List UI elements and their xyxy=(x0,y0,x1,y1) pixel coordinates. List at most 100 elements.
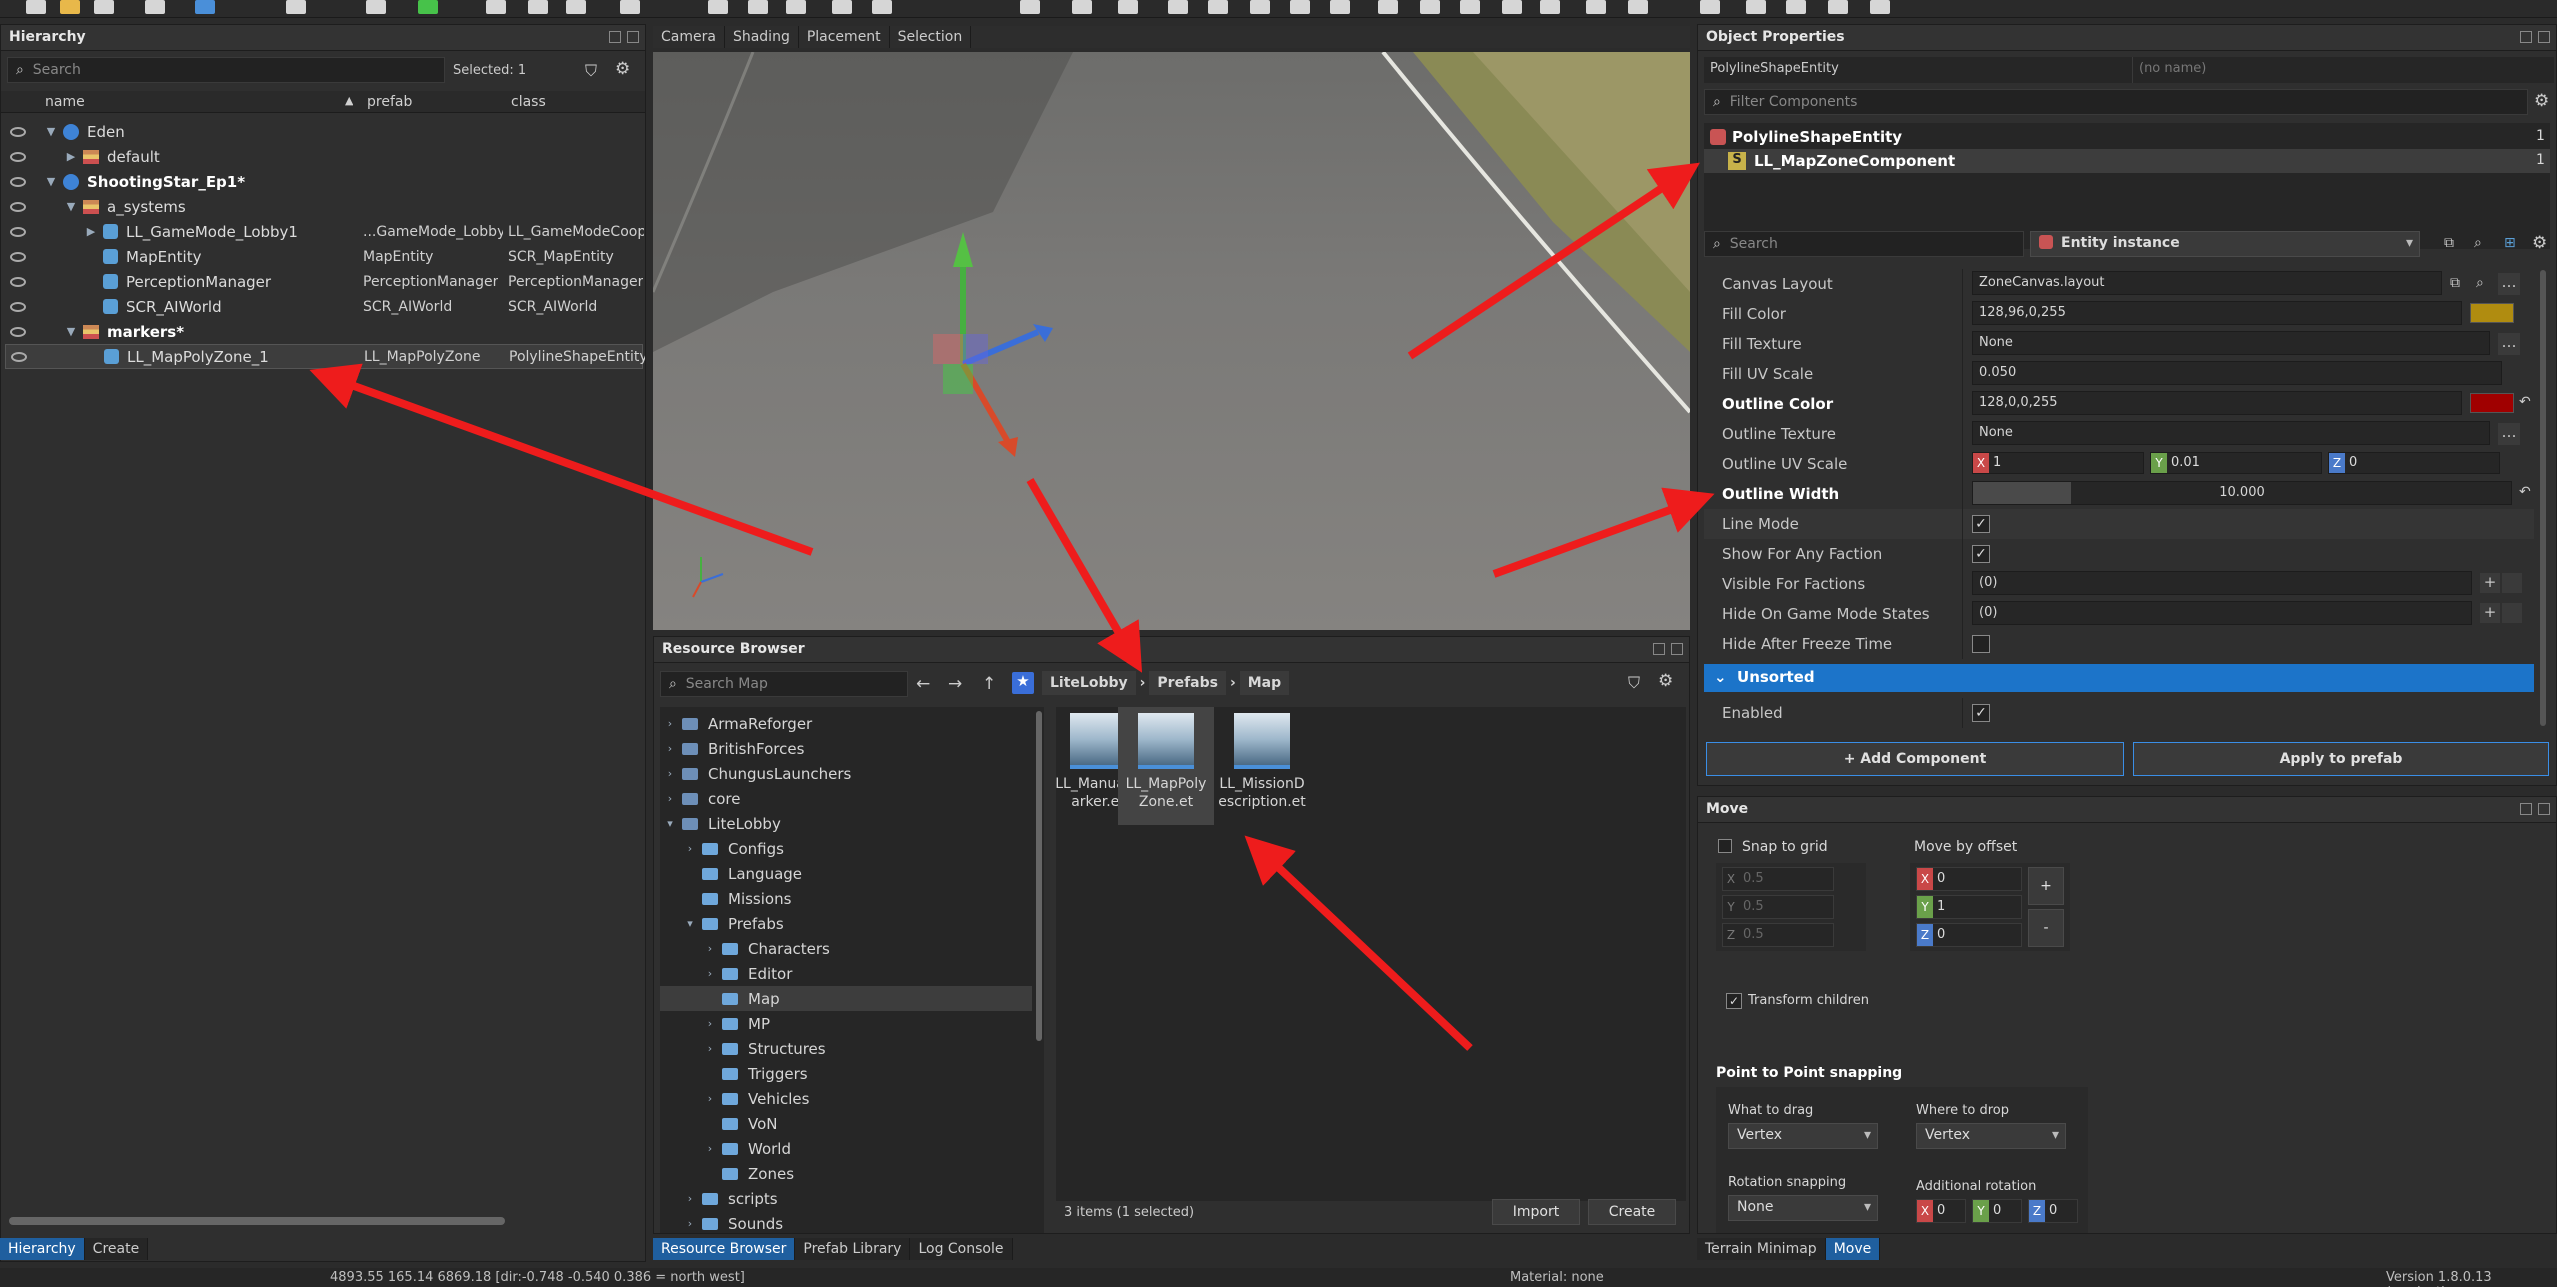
more-button[interactable]: … xyxy=(2498,423,2520,445)
filter-icon[interactable]: ⛉ xyxy=(1628,673,1640,693)
caret-right-icon[interactable]: › xyxy=(704,967,716,980)
import-button[interactable]: Import xyxy=(1492,1199,1580,1225)
column-prefab[interactable]: prefab xyxy=(367,94,412,110)
canvas-layout-field[interactable]: ZoneCanvas.layout xyxy=(1972,271,2442,295)
outline-uv-y-field[interactable]: Y 0.01 xyxy=(2150,452,2322,474)
tree-row-perception[interactable]: PerceptionManager PerceptionManager Perc… xyxy=(1,269,645,294)
more-button[interactable]: … xyxy=(2498,273,2520,295)
scale-tool-icon[interactable] xyxy=(786,0,806,14)
lock-icon[interactable] xyxy=(620,0,640,14)
reset-icon[interactable]: ↶ xyxy=(2519,484,2531,500)
visibility-eye-icon[interactable] xyxy=(10,326,26,337)
copy-icon[interactable] xyxy=(286,0,306,14)
bounds-tool-icon[interactable] xyxy=(872,0,892,14)
folder-tree-item[interactable]: Language xyxy=(660,861,1032,886)
property-search-input[interactable]: ⌕ Search xyxy=(1704,231,2024,257)
tab-placement[interactable]: Placement xyxy=(799,26,890,48)
file-thumbnail-mappolyzone[interactable] xyxy=(1138,713,1194,769)
stamp-tool-icon[interactable] xyxy=(1420,0,1440,14)
caret-right-icon[interactable]: › xyxy=(664,742,676,755)
breadcrumb-prefabs[interactable]: Prefabs xyxy=(1149,671,1226,695)
open-resource-icon[interactable]: ⧉ xyxy=(2450,275,2460,291)
move-tool-icon[interactable] xyxy=(708,0,728,14)
windows-tool-icon[interactable] xyxy=(1828,0,1848,14)
layers-icon[interactable] xyxy=(566,0,586,14)
apply-to-prefab-button[interactable]: Apply to prefab xyxy=(2133,742,2549,776)
create-button[interactable]: Create xyxy=(1588,1199,1676,1225)
tab-hierarchy[interactable]: Hierarchy xyxy=(0,1238,85,1260)
folder-tree-item[interactable]: › Characters xyxy=(660,936,1032,961)
navmesh-tool-icon[interactable] xyxy=(1786,0,1806,14)
add-rot-z-field[interactable]: Z0 xyxy=(2028,1199,2078,1223)
fill-texture-field[interactable]: None xyxy=(1972,331,2490,355)
grid-tool-icon[interactable] xyxy=(1378,0,1398,14)
pin-tool-icon[interactable] xyxy=(1502,0,1522,14)
unsorted-section-header[interactable]: ⌄ Unsorted xyxy=(1704,664,2534,692)
add-rot-y-field[interactable]: Y0 xyxy=(1972,1199,2022,1223)
up-arrow-icon[interactable]: ↑ xyxy=(982,674,996,694)
brush-tool-icon[interactable] xyxy=(1168,0,1188,14)
show-any-faction-checkbox[interactable]: ✓ xyxy=(1972,545,1990,563)
caret-right-icon[interactable]: › xyxy=(704,1017,716,1030)
where-to-drop-dropdown[interactable]: Vertex xyxy=(1916,1123,2066,1149)
visibility-eye-icon[interactable] xyxy=(10,276,26,287)
visibility-eye-icon[interactable] xyxy=(11,351,27,362)
visibility-eye-icon[interactable] xyxy=(10,301,26,312)
folder-tree-item[interactable]: › ChungusLaunchers xyxy=(660,761,1032,786)
terrain-tool-icon[interactable] xyxy=(1020,0,1040,14)
visibility-eye-icon[interactable] xyxy=(10,176,26,187)
caret-right-icon[interactable]: › xyxy=(664,767,676,780)
tree-row-gamemode[interactable]: ▶ LL_GameMode_Lobby1 ...GameMode_Lobby L… xyxy=(1,219,645,244)
folder-tree-item[interactable]: Zones xyxy=(660,1161,1032,1186)
caret-down-icon[interactable]: ▼ xyxy=(45,175,57,188)
browse-icon[interactable]: ⌕ xyxy=(2476,275,2484,291)
file-label-mappolyzone[interactable]: LL_MapPoly Zone.et xyxy=(1118,775,1214,811)
hierarchy-search-input[interactable]: ⌕ Search xyxy=(7,57,445,83)
component-row-polyline[interactable]: PolylineShapeEntity 1 xyxy=(1704,125,2550,149)
column-name[interactable]: name xyxy=(45,94,85,110)
pause-tool-icon[interactable] xyxy=(1870,0,1890,14)
marker-tool-icon[interactable] xyxy=(1586,0,1606,14)
gear-icon[interactable]: ⚙ xyxy=(1658,671,1673,691)
select-tool-icon[interactable] xyxy=(195,0,215,14)
caret-right-icon[interactable]: › xyxy=(684,842,696,855)
gear-tool-icon[interactable] xyxy=(1460,0,1480,14)
offset-z-field[interactable]: Z0 xyxy=(1916,923,2022,947)
folder-tree-item[interactable]: › BritishForces xyxy=(660,736,1032,761)
snap-x-field[interactable]: X 0.5 xyxy=(1722,867,1834,891)
folder-tree-item[interactable]: VoN xyxy=(660,1111,1032,1136)
offset-minus-button[interactable]: - xyxy=(2028,909,2064,947)
caret-down-icon[interactable]: ▾ xyxy=(664,817,676,830)
gear-icon[interactable]: ⚙ xyxy=(2532,233,2547,253)
hide-freeze-checkbox[interactable] xyxy=(1972,635,1990,653)
folder-tree-item[interactable]: › Sounds xyxy=(660,1211,1032,1233)
fill-color-field[interactable]: 128,96,0,255 xyxy=(1972,301,2462,325)
folder-tree-item[interactable]: Map xyxy=(660,986,1032,1011)
folder-tree-item[interactable]: ▾ LiteLobby xyxy=(660,811,1032,836)
tab-move[interactable]: Move xyxy=(1825,1238,1881,1260)
play-icon[interactable] xyxy=(418,0,438,14)
tree-row-mappolyzone[interactable]: LL_MapPolyZone_1 LL_MapPolyZone Polyline… xyxy=(5,344,645,369)
folder-tree-item[interactable]: › core xyxy=(660,786,1032,811)
resource-search-input[interactable]: ⌕ Search Map xyxy=(660,671,908,697)
folder-tree-scrollbar[interactable] xyxy=(1036,711,1042,1041)
float-icon[interactable] xyxy=(609,31,621,43)
search-icon[interactable]: ⌕ xyxy=(2474,235,2482,251)
caret-right-icon[interactable]: ▶ xyxy=(85,225,97,238)
tree-row-mapentity[interactable]: MapEntity MapEntity SCR_MapEntity xyxy=(1,244,645,269)
offset-x-field[interactable]: X0 xyxy=(1916,867,2022,891)
tab-prefab-library[interactable]: Prefab Library xyxy=(795,1238,911,1260)
hide-states-field[interactable]: (0) xyxy=(1972,601,2472,625)
caret-down-icon[interactable]: ▼ xyxy=(65,200,77,213)
hierarchy-scrollbar[interactable] xyxy=(9,1217,505,1225)
filter-icon[interactable]: ⛉ xyxy=(585,61,597,81)
breadcrumb-map[interactable]: Map xyxy=(1239,671,1290,695)
component-row-mapzone[interactable]: S LL_MapZoneComponent 1 xyxy=(1704,149,2550,173)
folder-tree-item[interactable]: › Editor xyxy=(660,961,1032,986)
file-label-missiondescription[interactable]: LL_MissionD escription.et xyxy=(1214,775,1310,811)
favorite-star-icon[interactable]: ★ xyxy=(1012,672,1034,694)
save-as-icon[interactable] xyxy=(145,0,165,14)
snap-z-field[interactable]: Z 0.5 xyxy=(1722,923,1834,947)
caret-down-icon[interactable]: ▼ xyxy=(45,125,57,138)
folder-tree-item[interactable]: › scripts xyxy=(660,1186,1032,1211)
